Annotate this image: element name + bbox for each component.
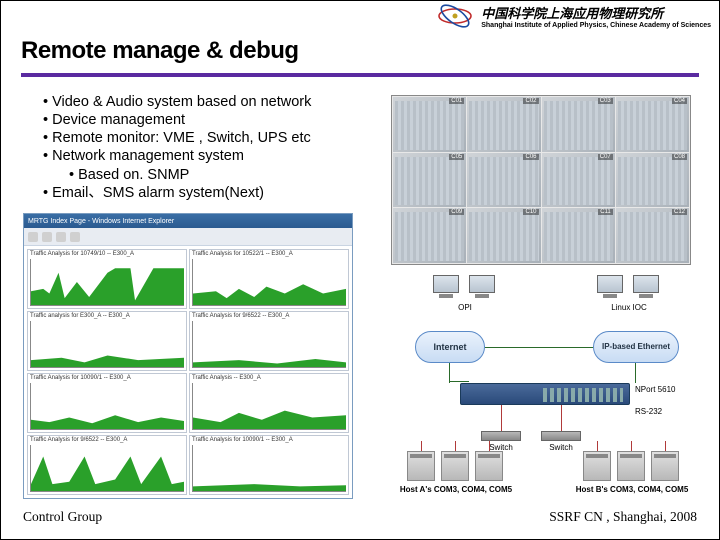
- label-host-b: Host B's COM3, COM4, COM5: [567, 485, 697, 494]
- pc-icon: [431, 275, 461, 301]
- wire: [485, 347, 593, 348]
- camera-tile: C12: [616, 208, 689, 263]
- chart-title: Traffic Analysis for 10090/1 -- E300_A: [28, 374, 186, 382]
- header: 中国科学院上海应用物理研究所 Shanghai Institute of App…: [435, 3, 711, 29]
- footer-left: Control Group: [23, 509, 102, 525]
- chart-cell: Traffic analysis for E300_A -- E300_A: [27, 311, 187, 371]
- cloud-internet: Internet: [415, 331, 485, 363]
- camera-tile: C03: [542, 97, 615, 152]
- label-nport: NPort 5610: [635, 385, 695, 394]
- toolbar-icon: [56, 232, 66, 242]
- camera-tile: C11: [542, 208, 615, 263]
- camera-tile: C06: [467, 153, 540, 208]
- chart-title: Traffic Analysis for 10522/1 -- E300_A: [190, 250, 348, 258]
- nport-switch-icon: [460, 383, 630, 405]
- label-opi: OPI: [437, 303, 493, 312]
- toolbar-icon: [28, 232, 38, 242]
- footer-right: SSRF CN , Shanghai, 2008: [549, 509, 697, 525]
- bullet-list: • Video & Audio system based on network …: [43, 93, 311, 202]
- wire: [665, 441, 666, 451]
- chart-cell: Traffic Analysis for 10522/1 -- E300_A: [189, 249, 349, 309]
- server-icon: [617, 451, 645, 481]
- chart-cell: Traffic Analysis for 9/6522 -- E300_A: [27, 435, 187, 495]
- institute-name-en: Shanghai Institute of Applied Physics, C…: [481, 22, 711, 29]
- bullet-5: • Email、SMS alarm system(Next): [43, 184, 311, 202]
- mrtg-toolbar: [24, 228, 352, 246]
- chart-title: Traffic Analysis for 9/6522 -- E300_A: [28, 436, 186, 444]
- institute-name-cn: 中国科学院上海应用物理研究所: [481, 3, 663, 22]
- network-diagram: OPI Linux IOC Internet IP-based Ethernet…: [385, 273, 705, 501]
- wire: [455, 441, 456, 451]
- chart-cell: Traffic Analysis for 9/6522 -- E300_A: [189, 311, 349, 371]
- mrtg-window: MRTG Index Page - Windows Internet Explo…: [23, 213, 353, 499]
- bullet-4a: • Based on. SNMP: [69, 166, 311, 184]
- pc-icon: [595, 275, 625, 301]
- camera-tile: C08: [616, 153, 689, 208]
- server-icon: [583, 451, 611, 481]
- wire: [501, 405, 502, 431]
- camera-tile: C04: [616, 97, 689, 152]
- pc-icon: [467, 275, 497, 301]
- camera-tile: C05: [393, 153, 466, 208]
- chart-title: Traffic Analysis for 9/6522 -- E300_A: [190, 312, 348, 320]
- chart-cell: Traffic Analysis for 10090/1 -- E300_A: [27, 373, 187, 433]
- wire: [449, 381, 469, 382]
- slide-title: Remote manage & debug: [21, 37, 299, 65]
- toolbar-icon: [42, 232, 52, 242]
- chart-title: Traffic analysis for E300_A -- E300_A: [28, 312, 186, 320]
- camera-tile: C10: [467, 208, 540, 263]
- chart-title: Traffic Analysis -- E300_A: [190, 374, 348, 382]
- chart-cell: Traffic Analysis for 10749/10 -- E300_A: [27, 249, 187, 309]
- mrtg-titlebar: MRTG Index Page - Windows Internet Explo…: [24, 214, 352, 228]
- mrtg-window-title: MRTG Index Page - Windows Internet Explo…: [28, 218, 174, 225]
- wire: [489, 441, 490, 451]
- bullet-2: • Device management: [43, 111, 311, 129]
- wire: [421, 441, 422, 451]
- bullet-3: • Remote monitor: VME , Switch, UPS etc: [43, 129, 311, 147]
- chart-cell: Traffic Analysis for 10090/1 -- E300_A: [189, 435, 349, 495]
- label-switch: Switch: [539, 443, 583, 452]
- toolbar-icon: [70, 232, 80, 242]
- bullet-4: • Network management system: [43, 147, 311, 165]
- camera-grid: C01 C02 C03 C04 C05 C06 C07 C08 C09 C10 …: [391, 95, 691, 265]
- label-linux-ioc: Linux IOC: [597, 303, 661, 312]
- wire: [635, 363, 636, 383]
- camera-tile: C01: [393, 97, 466, 152]
- title-underline: [21, 73, 699, 77]
- cloud-ip-ethernet: IP-based Ethernet: [593, 331, 679, 363]
- chart-cell: Traffic Analysis -- E300_A: [189, 373, 349, 433]
- small-switch-icon: [541, 431, 581, 441]
- pc-icon: [631, 275, 661, 301]
- mrtg-grid: Traffic Analysis for 10749/10 -- E300_A …: [24, 246, 352, 498]
- bullet-1: • Video & Audio system based on network: [43, 93, 311, 111]
- sinap-logo: [435, 4, 475, 28]
- camera-tile: C07: [542, 153, 615, 208]
- wire: [561, 405, 562, 431]
- small-switch-icon: [481, 431, 521, 441]
- chart-title: Traffic Analysis for 10090/1 -- E300_A: [190, 436, 348, 444]
- label-rs232: RS-232: [635, 407, 685, 416]
- wire: [449, 363, 450, 383]
- chart-title: Traffic Analysis for 10749/10 -- E300_A: [28, 250, 186, 258]
- camera-tile: C02: [467, 97, 540, 152]
- server-icon: [475, 451, 503, 481]
- wire: [597, 441, 598, 451]
- server-icon: [651, 451, 679, 481]
- label-host-a: Host A's COM3, COM4, COM5: [391, 485, 521, 494]
- wire: [631, 441, 632, 451]
- server-icon: [407, 451, 435, 481]
- camera-tile: C09: [393, 208, 466, 263]
- server-icon: [441, 451, 469, 481]
